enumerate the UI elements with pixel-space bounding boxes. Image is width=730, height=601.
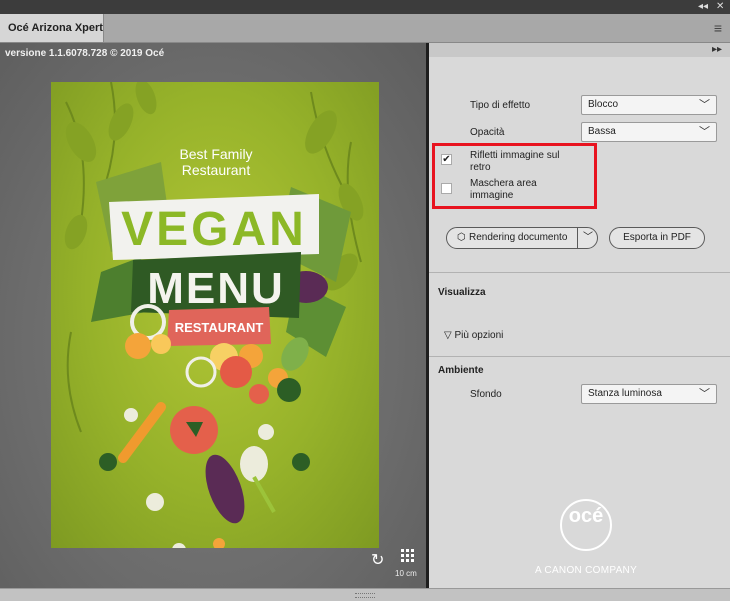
mask-checkbox[interactable] xyxy=(441,183,452,194)
effect-type-label: Tipo di effetto xyxy=(470,100,531,111)
chevron-down-icon: ﹀ xyxy=(699,388,710,400)
mask-label-line1: Maschera area xyxy=(470,178,537,189)
tab-row: Océ Arizona Xpert ≡ xyxy=(0,14,730,43)
ambiente-title: Ambiente xyxy=(438,365,484,376)
tab-oce-arizona-xpert[interactable]: Océ Arizona Xpert xyxy=(0,14,104,42)
export-pdf-button[interactable]: Esporta in PDF xyxy=(609,227,705,249)
scale-label: 10 cm xyxy=(395,569,417,578)
close-icon[interactable]: ✕ xyxy=(716,0,724,14)
background-select[interactable]: Stanza luminosa ﹀ xyxy=(581,384,717,404)
mask-label-line2: immagine xyxy=(470,190,514,201)
section-separator xyxy=(429,272,730,273)
window-top-bar: ◂◂ ✕ xyxy=(0,0,730,14)
poster-preview: Best Family Restaurant VEGAN MENU RESTAU… xyxy=(51,82,379,548)
render-document-button[interactable]: ⬡ Rendering documento ﹀ xyxy=(446,227,598,249)
triangle-down-icon: ▽ xyxy=(444,330,455,341)
poster-menu: MENU xyxy=(147,264,285,313)
version-label: versione 1.1.6078.728 © 2019 Océ xyxy=(5,48,165,59)
opacity-value: Bassa xyxy=(588,126,616,137)
reflect-label-line2: retro xyxy=(470,162,491,173)
opacity-label: Opacità xyxy=(470,127,505,138)
split-divider xyxy=(577,228,578,248)
double-chevron-left-icon[interactable]: ◂◂ xyxy=(698,0,708,14)
effect-type-select[interactable]: Blocco ﹀ xyxy=(581,95,717,115)
chevron-down-icon[interactable]: ﹀ xyxy=(583,228,593,248)
preview-area: versione 1.1.6078.728 © 2019 Océ Best Fa… xyxy=(0,43,426,588)
oce-logo: océ xyxy=(568,505,604,527)
poster-line1: Best Family xyxy=(179,146,252,162)
more-options-toggle[interactable]: ▽ Più opzioni xyxy=(444,330,503,341)
hamburger-menu-icon[interactable]: ≡ xyxy=(714,20,722,36)
grid-icon[interactable] xyxy=(401,549,415,563)
cube-icon: ⬡ xyxy=(457,232,466,243)
rotate-icon[interactable]: ↻ xyxy=(371,550,384,570)
bottom-bar xyxy=(0,588,730,601)
opacity-select[interactable]: Bassa ﹀ xyxy=(581,122,717,142)
poster-artwork: Best Family Restaurant VEGAN MENU RESTAU… xyxy=(64,82,364,548)
background-value: Stanza luminosa xyxy=(588,388,662,399)
reflect-label-line1: Rifletti immagine sul xyxy=(470,150,560,161)
double-chevron-right-icon[interactable]: ▸▸ xyxy=(712,43,722,57)
settings-panel: ▸▸ Tipo di effetto Blocco ﹀ Opacità Bass… xyxy=(429,43,730,588)
chevron-down-icon: ﹀ xyxy=(699,99,710,111)
effect-type-value: Blocco xyxy=(588,99,619,110)
poster-restaurant: RESTAURANT xyxy=(175,320,264,335)
poster-line2: Restaurant xyxy=(182,162,251,178)
chevron-down-icon: ﹀ xyxy=(699,126,710,138)
panel-header: ▸▸ xyxy=(429,43,730,57)
poster-vegan: VEGAN xyxy=(121,203,307,256)
section-separator xyxy=(429,356,730,357)
background-label: Sfondo xyxy=(470,389,502,400)
reflect-checkbox[interactable]: ✔ xyxy=(441,154,452,165)
more-options-label: Più opzioni xyxy=(454,330,504,341)
canon-tagline: A CANON COMPANY xyxy=(534,565,638,576)
resize-grip[interactable] xyxy=(355,593,375,598)
visualizza-title: Visualizza xyxy=(438,287,486,298)
render-document-label: Rendering documento xyxy=(469,232,568,243)
